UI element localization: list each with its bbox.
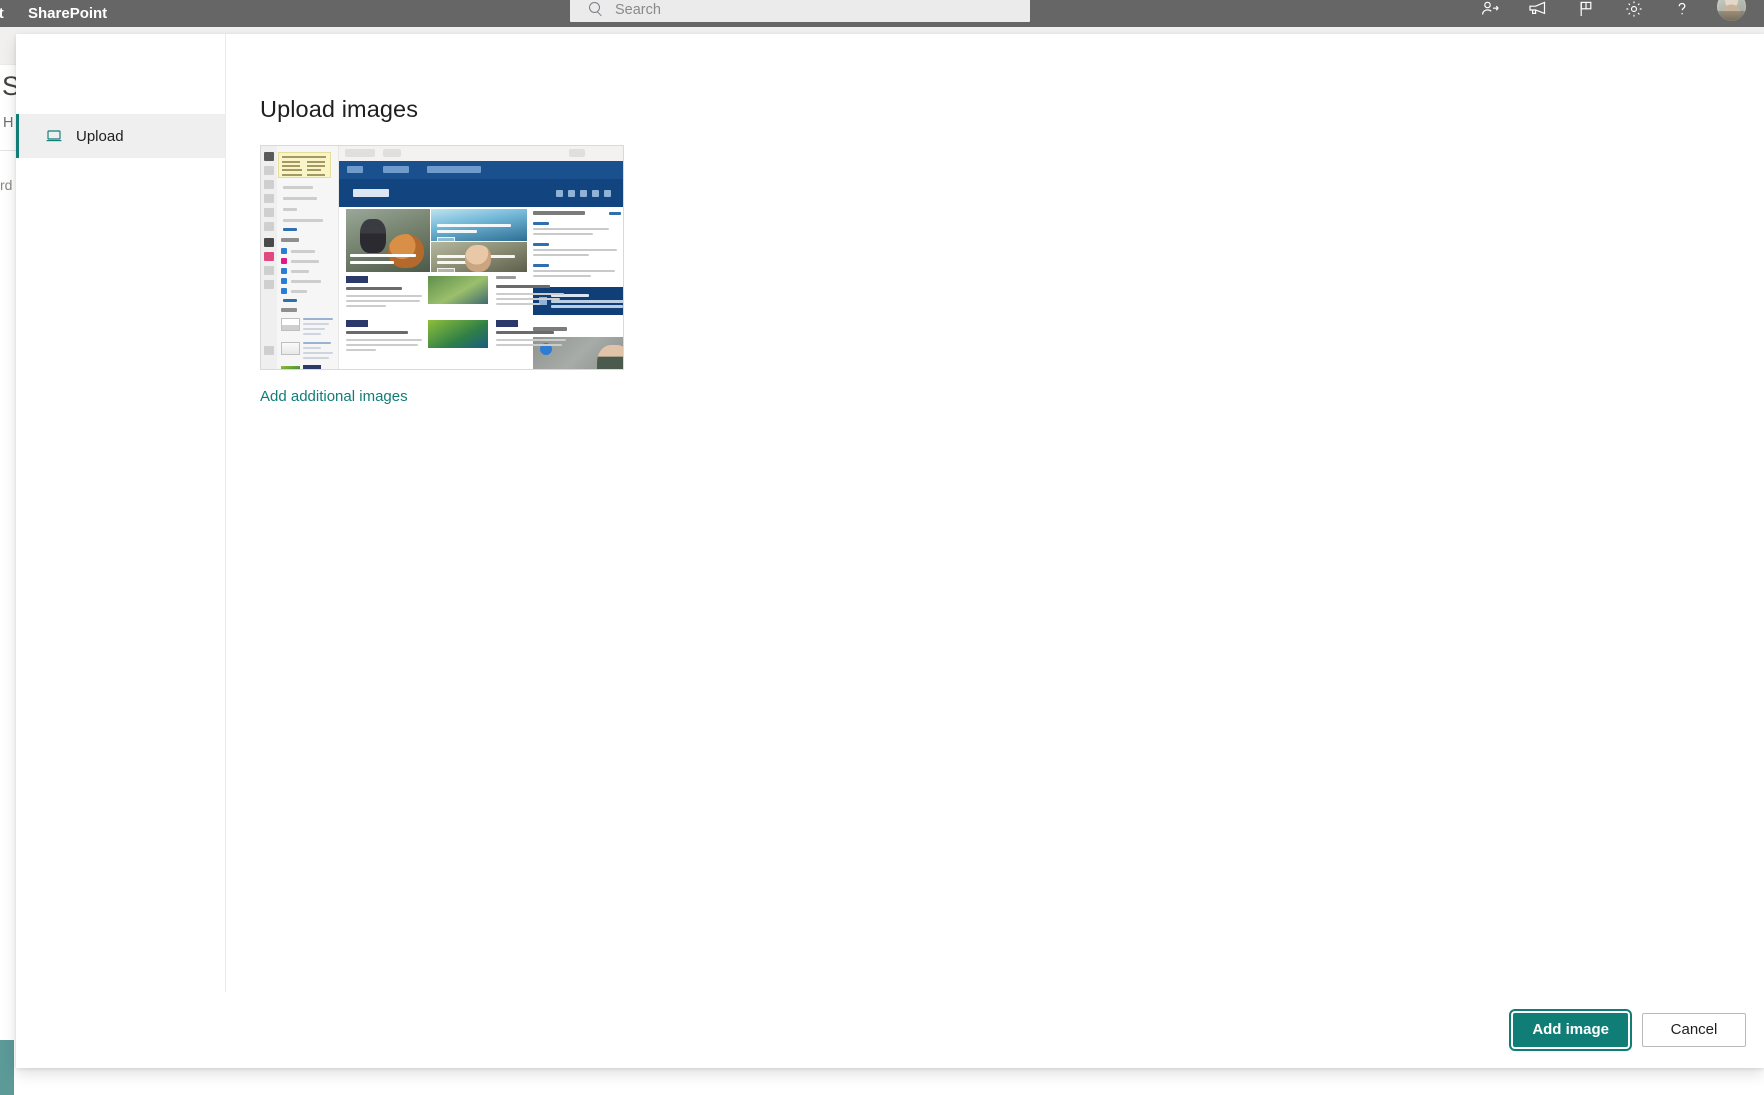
thumb-site-header	[339, 179, 623, 207]
search-icon	[588, 2, 604, 18]
sidebar-item-label: Upload	[76, 128, 124, 145]
add-additional-images-link[interactable]: Add additional images	[260, 388, 408, 405]
megaphone-icon[interactable]	[1514, 0, 1562, 21]
background-subnav: H	[3, 115, 13, 131]
avatar-image	[1717, 0, 1746, 21]
suite-actions	[1466, 0, 1756, 21]
image-thumbnail[interactable]	[260, 145, 624, 370]
computer-icon	[45, 127, 63, 145]
help-icon[interactable]	[1658, 0, 1706, 21]
search-input[interactable]	[615, 2, 995, 18]
gear-icon[interactable]	[1610, 0, 1658, 21]
thumb-top-rail	[339, 146, 623, 161]
sidebar-item-upload[interactable]: Upload	[16, 114, 225, 158]
thumb-suite-bar	[339, 161, 623, 179]
thumb-hero-3	[431, 242, 527, 272]
thumb-left-nav	[261, 146, 339, 369]
dialog-footer: Add image Cancel	[16, 992, 1764, 1068]
page-title: Upload images	[260, 96, 1764, 123]
thumb-main-cards	[346, 276, 529, 369]
suite-header-bar: ft SharePoint	[0, 0, 1764, 27]
thumb-photo-card	[533, 337, 623, 369]
thumb-hero-2	[431, 209, 527, 241]
background-left-label: rd	[0, 177, 12, 193]
suite-brand-sharepoint[interactable]: SharePoint	[28, 5, 107, 22]
dialog-main: Upload images	[226, 34, 1764, 992]
search-box[interactable]	[570, 0, 1030, 22]
avatar[interactable]	[1706, 0, 1756, 21]
thumb-callout	[278, 152, 331, 178]
thumb-promo-card	[533, 287, 623, 315]
waffle-menu-stub[interactable]: ft	[0, 5, 20, 22]
dialog-body: Upload Upload images	[16, 34, 1764, 992]
add-image-button[interactable]: Add image	[1513, 1013, 1628, 1047]
upload-images-dialog: Upload Upload images	[16, 34, 1764, 1068]
flag-icon[interactable]	[1562, 0, 1610, 21]
cancel-button[interactable]: Cancel	[1642, 1013, 1746, 1047]
thumbnail-preview	[261, 146, 623, 369]
person-add-icon[interactable]	[1466, 0, 1514, 21]
dialog-nav: Upload	[16, 34, 226, 992]
thumb-app-rail	[261, 146, 277, 369]
